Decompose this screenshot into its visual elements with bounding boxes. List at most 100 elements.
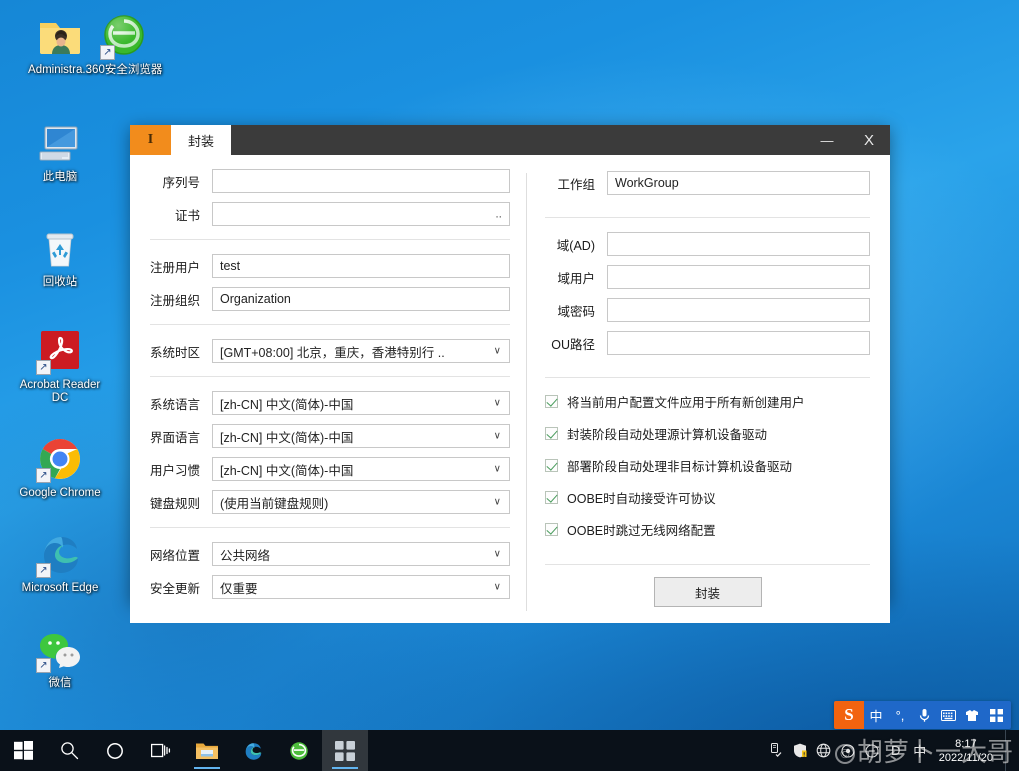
field-row-ui-language: 界面语言 [zh-CN] 中文(简体)-中国 ∨ (150, 424, 510, 448)
divider (545, 377, 870, 378)
ou-path-input[interactable] (607, 331, 870, 355)
360-browser-taskbar-button[interactable] (276, 730, 322, 771)
checkbox-row-apply-profile[interactable]: 将当前用户配置文件应用于所有新创建用户 (545, 392, 870, 411)
field-row-domain-user: 域用户 (545, 265, 870, 289)
divider (150, 376, 510, 377)
divider (150, 324, 510, 325)
desktop-icon-google-chrome[interactable]: ↗ Google Chrome (18, 429, 102, 500)
tab-sealing[interactable]: 封装 (171, 125, 231, 155)
checkbox-apply-profile[interactable] (545, 395, 558, 408)
field-row-registered-org: 注册组织 Organization (150, 287, 510, 311)
desktop-icon-microsoft-edge[interactable]: ↗ Microsoft Edge (18, 524, 102, 595)
network-icon[interactable] (813, 730, 835, 771)
search-button[interactable] (46, 730, 92, 771)
certificate-browse-button[interactable]: .. (495, 207, 502, 221)
task-view-button[interactable] (138, 730, 184, 771)
minimize-button[interactable]: — (806, 125, 848, 155)
checkbox-oobe-wireless[interactable] (545, 523, 558, 536)
safely-remove-hardware-icon[interactable] (765, 730, 787, 771)
checkbox-row-seal-driver[interactable]: 封装阶段自动处理源计算机设备驱动 (545, 424, 870, 443)
user-locale-select[interactable]: [zh-CN] 中文(简体)-中国 ∨ (212, 457, 510, 481)
ime-soft-keyboard-icon[interactable] (936, 701, 960, 729)
sogou-ime-bar[interactable]: S 中 °, (834, 701, 1011, 729)
checkbox-deploy-driver[interactable] (545, 459, 558, 472)
checkbox-row-oobe-eula[interactable]: OOBE时自动接受许可协议 (545, 488, 870, 507)
security-update-label: 安全更新 (150, 578, 212, 597)
field-row-domain-password: 域密码 (545, 298, 870, 322)
desktop-icon-wechat[interactable]: ↗ 微信 (18, 619, 102, 690)
system-language-select[interactable]: [zh-CN] 中文(简体)-中国 ∨ (212, 391, 510, 415)
certificate-input[interactable]: .. (212, 202, 510, 226)
user-locale-label: 用户习惯 (150, 460, 212, 479)
divider (545, 564, 870, 565)
checkbox-row-deploy-driver[interactable]: 部署阶段自动处理非目标计算机设备驱动 (545, 456, 870, 475)
left-column: 序列号 证书 .. 注册用户 test (150, 169, 520, 611)
chevron-down-icon: ∨ (494, 464, 501, 475)
security-update-select[interactable]: 仅重要 ∨ (212, 575, 510, 599)
start-button[interactable] (0, 730, 46, 771)
checkbox-label: 将当前用户配置文件应用于所有新创建用户 (567, 392, 805, 411)
field-row-ou-path: OU路径 (545, 331, 870, 355)
ime-mode-chinese-icon[interactable]: 中 (864, 701, 888, 729)
checkbox-label: OOBE时自动接受许可协议 (567, 488, 716, 507)
user-locale-value: [zh-CN] 中文(简体)-中国 (220, 460, 353, 479)
hidden-tray-icon-1[interactable] (837, 730, 859, 771)
hidden-tray-icon-2[interactable] (861, 730, 883, 771)
desktop-icon-recycle-bin[interactable]: 回收站 (18, 218, 102, 289)
system-language-value: [zh-CN] 中文(简体)-中国 (220, 394, 353, 413)
ime-voice-input-icon[interactable] (912, 701, 936, 729)
cortana-button[interactable] (92, 730, 138, 771)
desktop-icon-label: 此电脑 (18, 171, 102, 184)
acrobat-icon: ↗ (36, 327, 84, 375)
wechat-icon: ↗ (36, 625, 84, 673)
domain-password-input[interactable] (607, 298, 870, 322)
field-row-keyboard: 键盘规则 (使用当前键盘规则) ∨ (150, 490, 510, 514)
app-logo-icon: I (130, 125, 171, 155)
seal-button[interactable]: 封装 (654, 577, 762, 607)
ime-toolbox-icon[interactable] (984, 701, 1008, 729)
domain-ad-input[interactable] (607, 232, 870, 256)
desktop: Administra... ↗ 360安全浏览器 (0, 0, 1019, 771)
desktop-icon-360-browser[interactable]: ↗ 360安全浏览器 (82, 6, 166, 77)
checkbox-seal-driver[interactable] (545, 427, 558, 440)
clock[interactable]: 8:17 2022/11/20 (933, 730, 1003, 771)
checkbox-oobe-eula[interactable] (545, 491, 558, 504)
desktop-icon-label: Google Chrome (18, 487, 102, 500)
hidden-tray-icon-3[interactable]: D (885, 730, 907, 771)
domain-user-input[interactable] (607, 265, 870, 289)
edge-taskbar-button[interactable] (230, 730, 276, 771)
registered-user-value: test (220, 259, 240, 273)
registered-org-input[interactable]: Organization (212, 287, 510, 311)
ui-language-select[interactable]: [zh-CN] 中文(简体)-中国 ∨ (212, 424, 510, 448)
network-location-select[interactable]: 公共网络 ∨ (212, 542, 510, 566)
field-row-network-location: 网络位置 公共网络 ∨ (150, 542, 510, 566)
column-divider (526, 173, 527, 611)
serial-input[interactable] (212, 169, 510, 193)
ime-punctuation-toggle-icon[interactable]: °, (888, 701, 912, 729)
field-row-serial: 序列号 (150, 169, 510, 193)
window-titlebar[interactable]: I 封装 — X (130, 125, 890, 155)
registered-user-label: 注册用户 (150, 257, 212, 276)
close-button[interactable]: X (848, 125, 890, 155)
registered-user-input[interactable]: test (212, 254, 510, 278)
ime-skin-icon[interactable] (960, 701, 984, 729)
titlebar-drag-area[interactable] (231, 125, 806, 155)
divider (150, 527, 510, 528)
timezone-select[interactable]: [GMT+08:00] 北京，重庆，香港特别行 .. ∨ (212, 339, 510, 363)
file-explorer-button[interactable] (184, 730, 230, 771)
domain-user-label: 域用户 (545, 268, 607, 287)
show-desktop-button[interactable] (1005, 730, 1013, 771)
checkbox-row-oobe-wireless[interactable]: OOBE时跳过无线网络配置 (545, 520, 870, 539)
keyboard-select[interactable]: (使用当前键盘规则) ∨ (212, 490, 510, 514)
360-browser-icon: ↗ (100, 12, 148, 60)
sealing-tool-taskbar-button[interactable] (322, 730, 368, 771)
taskbar-empty-area[interactable] (368, 730, 765, 771)
sogou-logo-icon[interactable]: S (834, 701, 864, 729)
workgroup-input[interactable]: WorkGroup (607, 171, 870, 195)
desktop-icon-this-pc[interactable]: 此电脑 (18, 113, 102, 184)
network-location-value: 公共网络 (220, 545, 270, 564)
workgroup-label: 工作组 (545, 174, 607, 193)
desktop-icon-acrobat-reader[interactable]: ↗ Acrobat Reader DC (18, 321, 102, 405)
security-warning-icon[interactable] (789, 730, 811, 771)
ime-indicator-icon[interactable]: 中 (909, 730, 931, 771)
